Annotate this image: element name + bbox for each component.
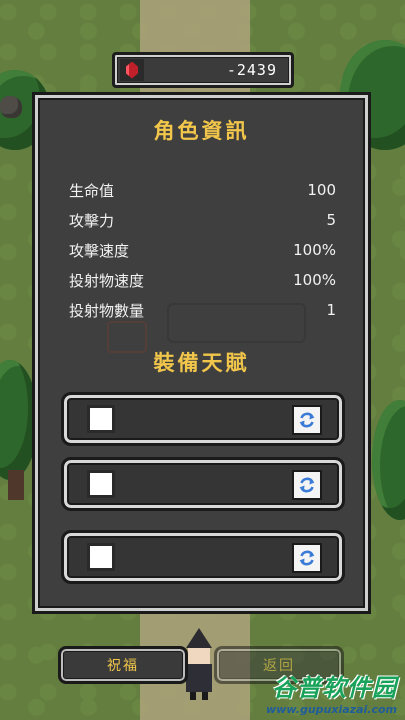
talent-checkbox[interactable]: [90, 408, 112, 430]
currency-bar: -2439: [112, 52, 294, 88]
stat-label: 攻擊速度: [69, 241, 130, 260]
talent-checkbox[interactable]: [90, 473, 112, 495]
talent-slot-2[interactable]: [61, 457, 345, 511]
talent-slot-3[interactable]: [61, 530, 345, 584]
watermark-url: www.gupuxiazai.com: [266, 703, 397, 716]
stat-row-projectile-speed: 投射物速度 100%: [69, 265, 336, 295]
stat-label: 投射物數量: [69, 301, 145, 320]
talents-title: 裝備天賦: [153, 351, 250, 375]
panel-title: 角色資訊: [153, 119, 250, 143]
stat-row-attack-speed: 攻擊速度 100%: [69, 235, 336, 265]
watermark: 谷普软件园 www.gupuxiazai.com: [266, 668, 397, 716]
stat-value: 100: [307, 181, 336, 199]
bless-button[interactable]: 祝福: [58, 646, 188, 684]
currency-value: -2439: [226, 61, 277, 79]
talent-checkbox[interactable]: [90, 546, 112, 568]
stat-label: 生命值: [69, 181, 115, 200]
bless-button-label: 祝福: [107, 658, 139, 674]
stat-value: 100%: [293, 271, 336, 289]
refresh-icon: [299, 477, 315, 493]
character-info-panel: 角色資訊 生命值 100 攻擊力 5 攻擊速度 100% 投射物速度 100% …: [32, 92, 371, 614]
refresh-icon: [299, 550, 315, 566]
stat-row-hp: 生命值 100: [69, 175, 336, 205]
ruby-gem-icon: [120, 59, 144, 81]
refresh-icon: [299, 412, 315, 428]
talent-slot-1[interactable]: [61, 392, 345, 446]
refresh-talent-button[interactable]: [292, 405, 322, 435]
stat-label: 投射物速度: [69, 271, 145, 290]
refresh-talent-button[interactable]: [292, 470, 322, 500]
stat-label: 攻擊力: [69, 211, 115, 230]
refresh-talent-button[interactable]: [292, 543, 322, 573]
stat-value: 100%: [293, 241, 336, 259]
stat-value: 5: [326, 211, 336, 229]
stat-value: 1: [326, 301, 336, 319]
watermark-title: 谷普软件园: [272, 674, 397, 702]
stat-row-attack: 攻擊力 5: [69, 205, 336, 235]
background-ghost-button: [167, 303, 306, 343]
